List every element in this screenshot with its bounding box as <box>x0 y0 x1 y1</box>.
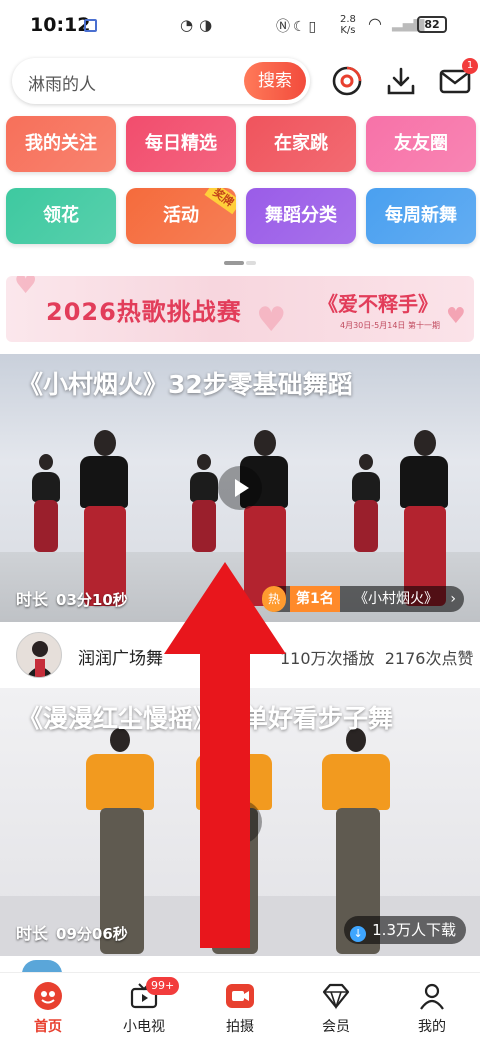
duration-label: 时长 <box>16 924 49 943</box>
heart-decoration-icon: ♥ <box>14 276 38 300</box>
tab-member[interactable]: 会员 <box>288 973 384 1041</box>
category-label: 活动 <box>163 205 199 226</box>
rank-label: 第1名 <box>290 586 340 612</box>
video-duration: 时长 09分06秒 <box>16 920 128 944</box>
network-speed-unit: K/s <box>340 25 356 36</box>
duration-value: 03分10秒 <box>56 591 128 609</box>
rank-song: 《小村烟火》 <box>354 591 438 607</box>
tab-home[interactable]: 首页 <box>0 973 96 1041</box>
play-button[interactable] <box>218 466 262 510</box>
battery-indicator: 82 <box>417 16 447 33</box>
video-stats: 110万次播放 2176次点赞 <box>280 645 473 669</box>
swipe-up-arrow-icon <box>164 562 286 948</box>
category-label: 在家跳 <box>274 133 328 154</box>
home-icon <box>34 982 62 1010</box>
nfc-moon-vibrate-icons: Ⓝ☾▯ <box>276 19 320 35</box>
status-bar: 10:12 ◔◑ Ⓝ☾▯ 2.8 K/s ◠ ▂▄▆ 82 <box>0 0 480 52</box>
tab-label: 首页 <box>34 1019 62 1035</box>
tv-badge: 99+ <box>146 977 180 995</box>
search-bar[interactable]: 淋雨的人 搜索 <box>12 58 310 104</box>
category-label: 领花 <box>43 205 79 226</box>
heart-decoration-icon: ♥ <box>256 300 287 340</box>
like-count: 2176次点赞 <box>384 649 474 668</box>
challenge-banner[interactable]: ♥ ♥ ♥ 2026热歌挑战赛 《爱不释手》 4月30日-5月14日 第十一期 <box>6 276 474 342</box>
category-tile[interactable]: 舞蹈分类 <box>246 188 356 244</box>
category-label: 友友圈 <box>394 133 448 154</box>
search-button[interactable]: 搜索 <box>244 62 306 100</box>
category-tile[interactable]: 活动 奖牌 <box>126 188 236 244</box>
banner-song: 《爱不释手》 <box>318 292 438 316</box>
author-name[interactable]: 润润广场舞 <box>78 644 163 669</box>
page-indicator <box>224 261 256 265</box>
camera-icon <box>226 984 254 1008</box>
download-icon: ↓ <box>350 926 367 942</box>
search-input[interactable]: 淋雨的人 <box>28 70 96 95</box>
network-speed-value: 2.8 <box>340 14 356 25</box>
duration-label: 时长 <box>16 590 49 609</box>
category-tile[interactable]: 我的关注 <box>6 116 116 172</box>
profile-icon <box>420 983 444 1010</box>
diamond-icon <box>322 983 350 1010</box>
notification-icon <box>84 19 97 32</box>
category-label: 舞蹈分类 <box>265 205 337 226</box>
category-label: 我的关注 <box>25 133 97 154</box>
category-tile[interactable]: 在家跳 <box>246 116 356 172</box>
system-status-icons: ◔◑ <box>180 16 219 34</box>
mail-badge: 1 <box>462 58 478 74</box>
banner-title: 2026热歌挑战赛 <box>46 298 242 326</box>
avatar[interactable] <box>16 632 62 678</box>
wifi-icon: ◠ <box>368 14 382 33</box>
category-tile[interactable]: 领花 <box>6 188 116 244</box>
category-tile[interactable]: 每周新舞 <box>366 188 476 244</box>
heart-decoration-icon: ♥ <box>446 304 466 329</box>
download-count-tag[interactable]: ↓ 1.3万人下载 <box>344 916 466 944</box>
video-duration: 时长 03分10秒 <box>16 586 128 610</box>
chevron-right-icon: › <box>450 591 456 607</box>
download-count: 1.3万人下载 <box>372 921 456 939</box>
download-icon[interactable] <box>384 64 418 98</box>
category-tile[interactable]: 每日精选 <box>126 116 236 172</box>
duration-value: 09分06秒 <box>56 925 128 943</box>
category-label: 每周新舞 <box>385 205 457 226</box>
tab-profile[interactable]: 我的 <box>384 973 480 1041</box>
tab-label: 小电视 <box>123 1019 165 1035</box>
music-disc-icon[interactable] <box>330 64 364 98</box>
tab-label: 拍摄 <box>226 1019 254 1035</box>
status-time: 10:12 <box>30 14 91 36</box>
bottom-tab-bar: 首页 99+ 小电视 拍摄 会员 我的 <box>0 972 480 1040</box>
network-speed: 2.8 K/s <box>340 14 356 36</box>
category-label: 每日精选 <box>145 133 217 154</box>
tab-label: 会员 <box>322 1019 350 1035</box>
play-count: 110万次播放 <box>280 649 375 668</box>
tab-tv[interactable]: 99+ 小电视 <box>96 973 192 1041</box>
medal-ribbon: 奖牌 <box>204 188 236 215</box>
banner-subtitle: 4月30日-5月14日 第十一期 <box>340 321 440 330</box>
hot-rank-tag[interactable]: 热 第1名 《小村烟火》 › <box>262 586 464 612</box>
category-tile[interactable]: 友友圈 <box>366 116 476 172</box>
video-title: 《小村烟火》32步零基础舞蹈 <box>18 370 353 399</box>
tab-shoot[interactable]: 拍摄 <box>192 973 288 1041</box>
mail-button[interactable]: 1 <box>438 58 478 98</box>
tab-label: 我的 <box>418 1019 446 1035</box>
